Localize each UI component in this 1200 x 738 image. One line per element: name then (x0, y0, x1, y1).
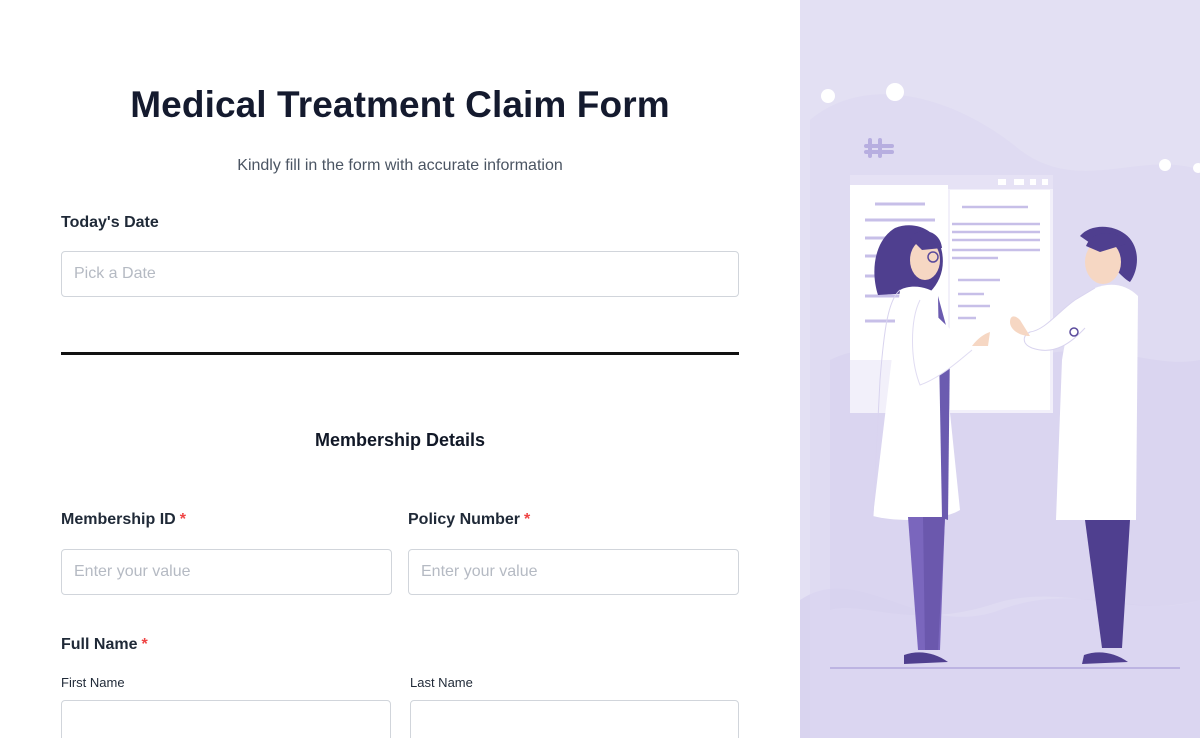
form-subtitle: Kindly fill in the form with accurate in… (237, 157, 563, 174)
section-divider (61, 352, 739, 355)
claim-form-pane: Medical Treatment Claim Form Kindly fill… (0, 0, 800, 738)
policy-number-input[interactable] (408, 549, 739, 595)
first-name-input[interactable] (61, 700, 391, 738)
todays-date-input[interactable] (61, 251, 739, 297)
full-name-label-text: Full Name (61, 636, 138, 653)
membership-id-label-text: Membership ID (61, 511, 176, 528)
membership-details-heading: Membership Details (314, 430, 486, 450)
last-name-label: Last Name (410, 675, 473, 690)
illustration-pane (800, 0, 1200, 738)
full-name-label: Full Name * (61, 636, 148, 654)
doctors-consultation-illustration-icon (800, 0, 1200, 738)
required-asterisk: * (179, 511, 186, 528)
required-asterisk: * (524, 511, 531, 528)
required-asterisk: * (141, 636, 148, 653)
form-title: Medical Treatment Claim Form (130, 84, 670, 125)
membership-id-input[interactable] (61, 549, 392, 595)
membership-id-label: Membership ID * (61, 511, 186, 529)
last-name-input[interactable] (410, 700, 739, 738)
policy-number-label: Policy Number * (408, 511, 530, 529)
first-name-label: First Name (61, 675, 125, 690)
policy-number-label-text: Policy Number (408, 511, 521, 528)
todays-date-label: Today's Date (61, 214, 159, 231)
